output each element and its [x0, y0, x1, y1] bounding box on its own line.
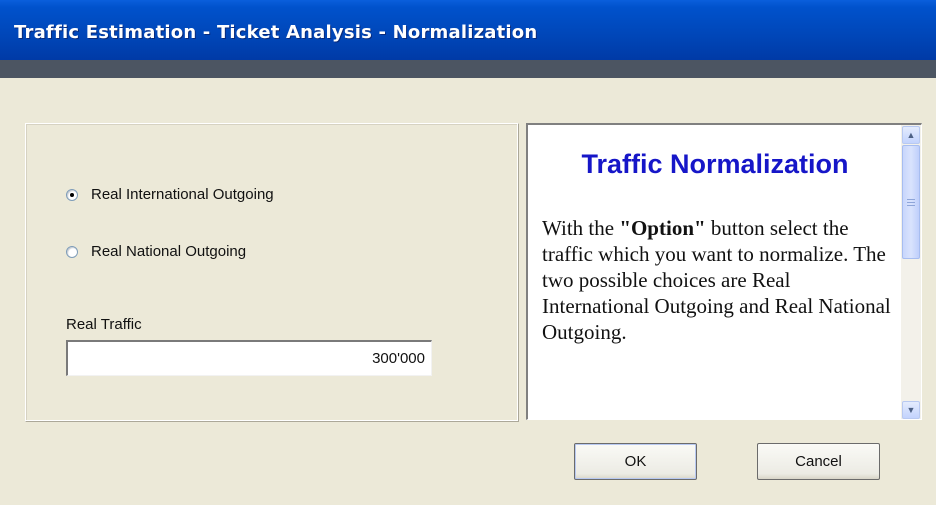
- real-traffic-input[interactable]: [66, 340, 432, 376]
- help-body-text: With the "Option" button select the traf…: [542, 215, 894, 345]
- cancel-button[interactable]: Cancel: [757, 443, 880, 480]
- window-title: Traffic Estimation - Ticket Analysis - N…: [14, 22, 538, 43]
- radio-national-outgoing[interactable]: Real National Outgoing: [66, 243, 246, 260]
- title-bar[interactable]: Traffic Estimation - Ticket Analysis - N…: [0, 0, 936, 60]
- grip-icon: [907, 198, 915, 206]
- help-body-option: "Option": [619, 216, 706, 240]
- ok-button[interactable]: OK: [574, 443, 697, 480]
- toolbar-band: [0, 60, 936, 78]
- radio-button-icon[interactable]: [66, 245, 78, 258]
- scroll-thumb[interactable]: [902, 145, 920, 259]
- help-body-before: With the: [542, 216, 620, 240]
- help-content: Traffic Normalization With the "Option" …: [528, 125, 902, 419]
- radio-international-outgoing[interactable]: Real International Outgoing: [66, 186, 274, 203]
- help-heading: Traffic Normalization: [581, 149, 849, 179]
- radio-button-icon[interactable]: [66, 188, 78, 201]
- help-scrollbar[interactable]: ▲ ▼: [901, 125, 921, 419]
- scroll-down-arrow-icon[interactable]: ▼: [902, 401, 920, 419]
- options-panel: Real International Outgoing Real Nationa…: [25, 123, 519, 422]
- scroll-up-arrow-icon[interactable]: ▲: [902, 126, 920, 144]
- help-panel: Traffic Normalization With the "Option" …: [526, 123, 922, 420]
- radio-label-national: Real National Outgoing: [91, 243, 247, 260]
- radio-label-international: Real International Outgoing: [91, 186, 274, 203]
- real-traffic-label: Real Traffic: [66, 316, 142, 333]
